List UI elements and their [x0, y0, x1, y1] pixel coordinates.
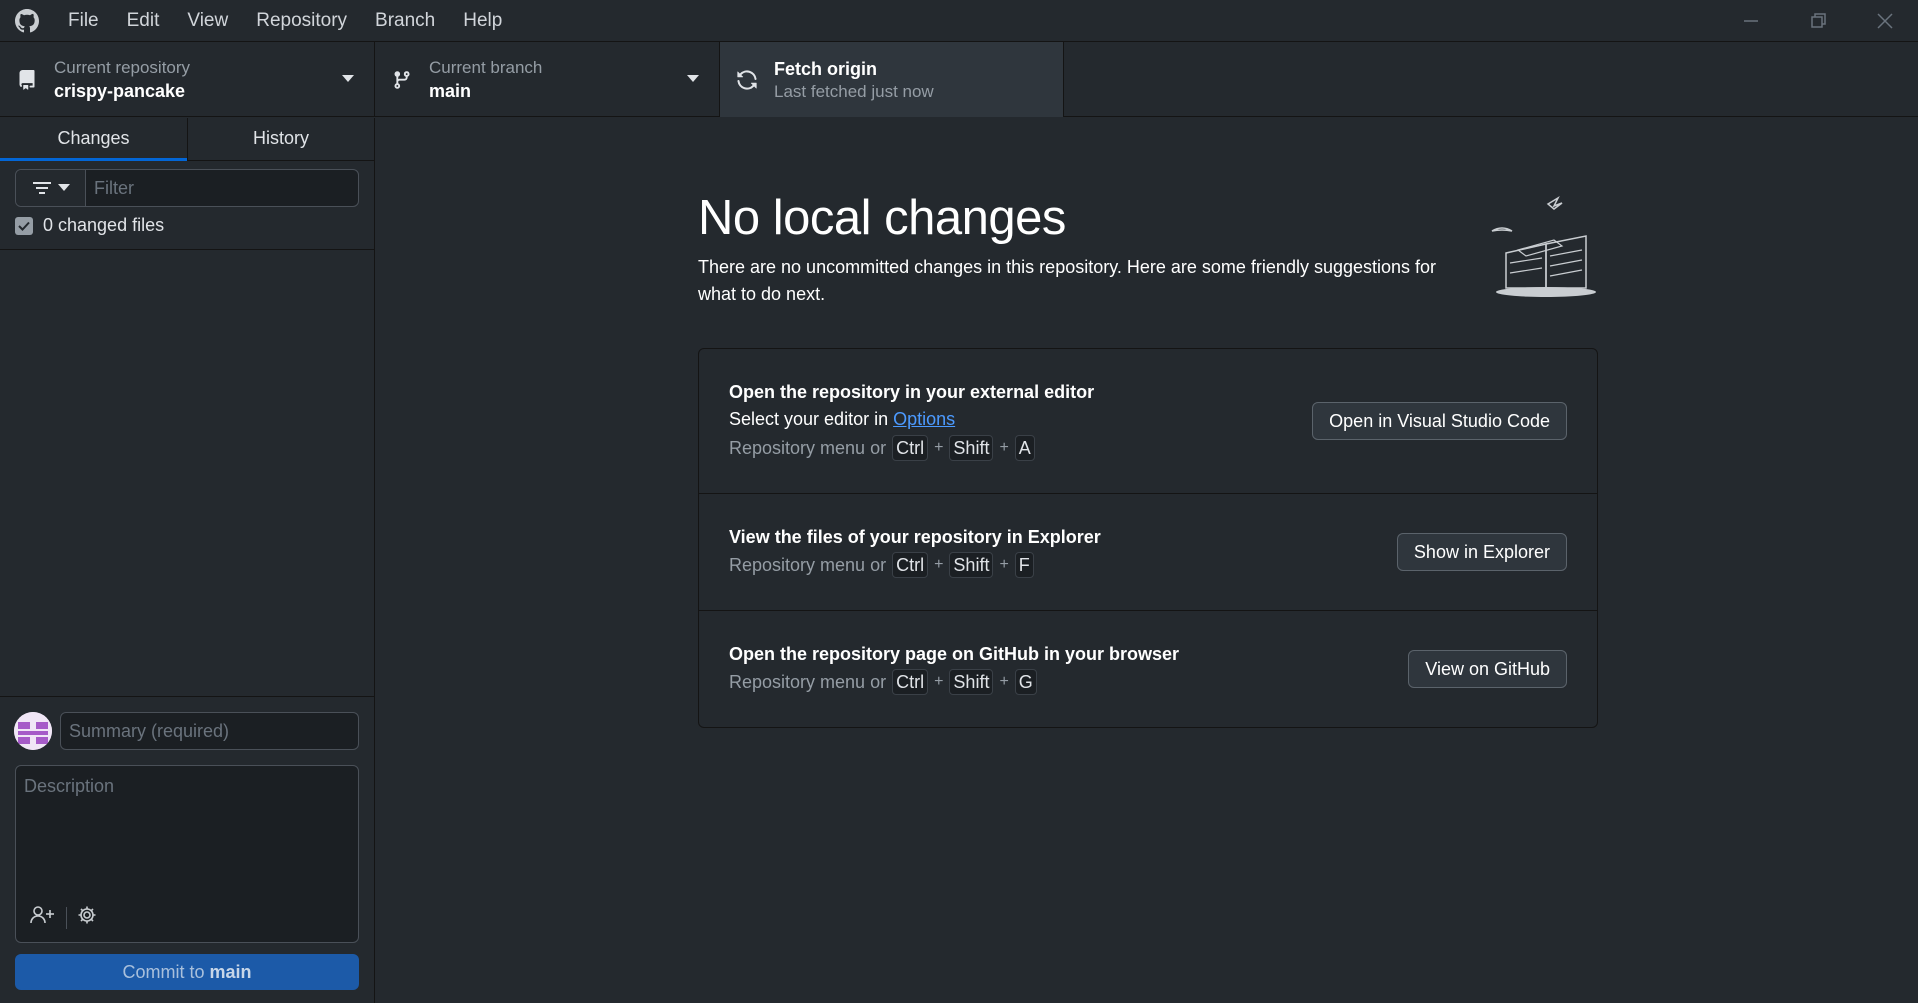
current-repository-button[interactable]: Current repository crispy-pancake	[0, 42, 375, 117]
show-in-explorer-button[interactable]: Show in Explorer	[1396, 533, 1567, 571]
key-ctrl: Ctrl	[892, 435, 929, 461]
gear-icon[interactable]	[77, 905, 97, 930]
shortcut-prefix: Repository menu or	[729, 555, 887, 575]
plus-sign: +	[999, 673, 1009, 690]
suggestion-view-github: Open the repository page on GitHub in yo…	[699, 611, 1597, 727]
divider	[0, 249, 374, 250]
branch-icon	[375, 69, 429, 91]
chevron-down-icon	[57, 184, 70, 191]
maximize-icon[interactable]	[1784, 0, 1851, 42]
key-shift: Shift	[949, 669, 994, 695]
window-controls	[1717, 0, 1918, 42]
key-shift: Shift	[949, 435, 994, 461]
key-shift: Shift	[949, 552, 994, 578]
repo-name: crispy-pancake	[54, 80, 186, 101]
commit-description-box	[15, 765, 359, 943]
plus-sign: +	[999, 439, 1009, 456]
fetch-origin-button[interactable]: Fetch origin Last fetched just now	[720, 42, 1064, 117]
minimize-icon[interactable]	[1717, 0, 1784, 42]
checkmark-icon	[18, 221, 30, 231]
view-on-github-button[interactable]: View on GitHub	[1408, 650, 1567, 688]
commit-button[interactable]: Commit to main	[15, 954, 359, 990]
repo-icon	[0, 69, 54, 91]
no-changes-view: No local changes There are no uncommitte…	[698, 188, 1598, 308]
close-icon[interactable]	[1851, 0, 1918, 42]
tab-bar: Changes History	[0, 118, 374, 161]
empty-state-illustration	[1488, 188, 1598, 303]
title-bar: File Edit View Repository Branch Help	[0, 0, 1918, 42]
commit-prefix: Commit to	[122, 962, 210, 982]
menu-edit[interactable]: Edit	[113, 0, 174, 42]
filter-icon	[32, 182, 51, 194]
main-panel: No local changes There are no uncommitte…	[376, 118, 1918, 1003]
suggestion-show-explorer: View the files of your repository in Exp…	[699, 494, 1597, 611]
menu-help[interactable]: Help	[449, 0, 516, 42]
shortcut-prefix: Repository menu or	[729, 438, 887, 458]
commit-branch: main	[209, 962, 252, 982]
key-ctrl: Ctrl	[892, 552, 929, 578]
page-title: No local changes	[698, 191, 1066, 245]
menu-file[interactable]: File	[54, 0, 113, 42]
github-logo-icon[interactable]	[0, 0, 54, 42]
description-toolbar	[30, 905, 97, 930]
tab-history[interactable]: History	[187, 118, 374, 160]
menu-branch[interactable]: Branch	[361, 0, 449, 42]
plus-sign: +	[934, 556, 944, 573]
tab-changes[interactable]: Changes	[0, 118, 187, 161]
toolbar: Current repository crispy-pancake Curren…	[0, 42, 1918, 117]
menu-view[interactable]: View	[173, 0, 242, 42]
select-all-checkbox[interactable]	[15, 216, 33, 235]
sync-icon	[720, 69, 774, 91]
shortcut-prefix: Repository menu or	[729, 672, 887, 692]
add-coauthor-icon[interactable]	[30, 905, 56, 930]
menu-bar: File Edit View Repository Branch Help	[54, 0, 516, 42]
divider	[66, 906, 67, 929]
filter-options-button[interactable]	[16, 170, 86, 206]
fetch-status: Last fetched just now	[774, 81, 934, 101]
plus-sign: +	[934, 673, 944, 690]
chevron-down-icon	[687, 75, 699, 82]
open-in-editor-button[interactable]: Open in Visual Studio Code	[1312, 402, 1567, 440]
branch-name: main	[429, 80, 472, 101]
key-ctrl: Ctrl	[892, 669, 929, 695]
sidebar: Changes History 0 changed files	[0, 118, 375, 1003]
menu-repository[interactable]: Repository	[242, 0, 361, 42]
commit-summary-input[interactable]	[60, 712, 359, 750]
branch-label: Current branch	[429, 57, 543, 77]
key-letter: F	[1014, 552, 1034, 578]
options-link[interactable]: Options	[893, 409, 955, 429]
chevron-down-icon	[342, 75, 354, 82]
filter-bar	[15, 169, 359, 207]
plus-sign: +	[999, 556, 1009, 573]
suggestion-open-editor: Open the repository in your external edi…	[699, 349, 1597, 494]
suggestion-desc-text: Select your editor in	[729, 409, 894, 429]
page-subtitle: There are no uncommitted changes in this…	[698, 257, 1437, 304]
avatar	[14, 712, 52, 750]
changed-files-row: 0 changed files	[15, 215, 164, 236]
current-branch-button[interactable]: Current branch main	[375, 42, 720, 117]
plus-sign: +	[934, 439, 944, 456]
changed-files-count: 0 changed files	[43, 215, 165, 235]
commit-description-input[interactable]	[16, 766, 358, 896]
fetch-title: Fetch origin	[774, 58, 877, 79]
commit-panel: Commit to main	[0, 696, 374, 1003]
suggestions-list: Open the repository in your external edi…	[698, 348, 1598, 728]
repo-label: Current repository	[54, 57, 191, 77]
key-letter: G	[1014, 669, 1037, 695]
filter-input[interactable]	[86, 170, 358, 206]
key-letter: A	[1014, 435, 1035, 461]
